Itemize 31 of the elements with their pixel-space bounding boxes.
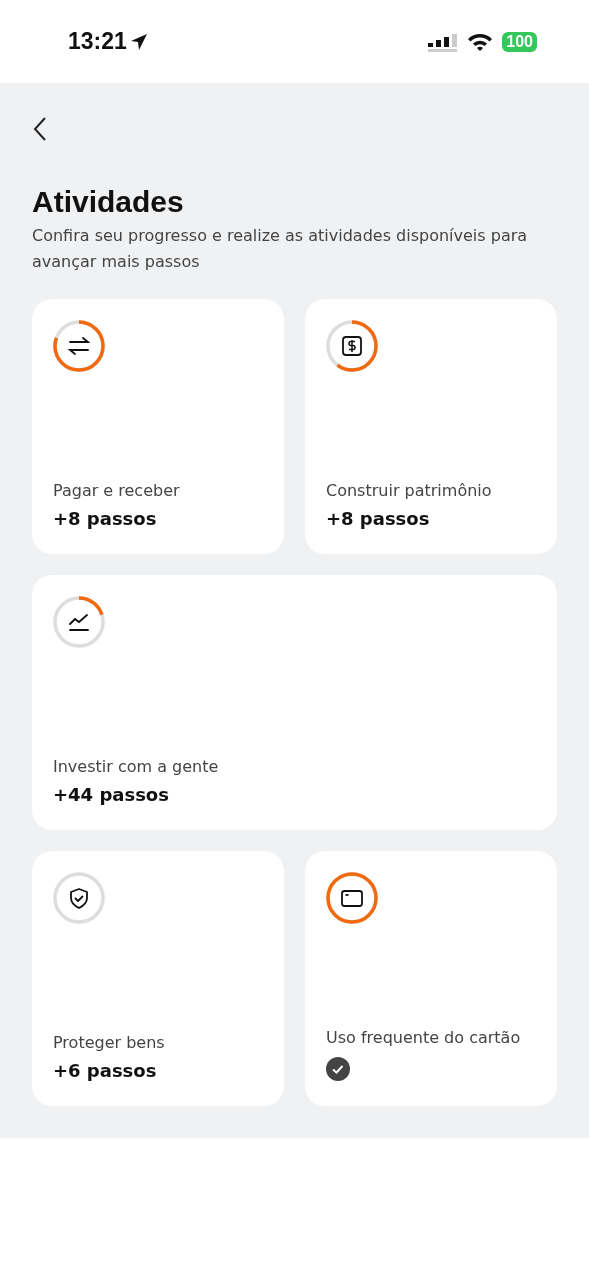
- progress-ring: [53, 872, 105, 924]
- battery-level: 100: [502, 31, 537, 52]
- page-title: Atividades: [32, 185, 185, 219]
- activity-label: Pagar e receber: [53, 481, 180, 500]
- wifi-icon: [467, 31, 494, 52]
- progress-ring: [53, 320, 105, 372]
- location-icon: [129, 32, 148, 51]
- page-subtitle: Confira seu progresso e realize as atividades disponíveis para avançar mais passos: [32, 225, 529, 273]
- activity-card[interactable]: Construir patrimônio +8 passos: [305, 299, 557, 554]
- activity-label: Investir com a gente: [53, 757, 219, 776]
- activity-reward: +6 passos: [53, 1060, 157, 1081]
- activity-reward: +44 passos: [53, 784, 169, 805]
- chart-icon: [69, 614, 89, 631]
- progress-ring: [326, 320, 378, 372]
- progress-ring: [53, 596, 105, 648]
- shield-icon: [70, 888, 88, 909]
- transfer-icon: [67, 337, 91, 355]
- money-icon: [342, 336, 362, 356]
- activity-reward: +8 passos: [53, 508, 157, 529]
- signal-icon: [428, 31, 459, 52]
- activity-card[interactable]: Investir com a gente +44 passos: [32, 575, 557, 830]
- progress-ring: [326, 872, 378, 924]
- activity-card[interactable]: Uso frequente do cartão: [305, 851, 557, 1106]
- activity-card[interactable]: Proteger bens +6 passos: [32, 851, 284, 1106]
- activity-card[interactable]: Pagar e receber +8 passos: [32, 299, 284, 554]
- activity-reward: +8 passos: [326, 508, 430, 529]
- activity-label: Construir patrimônio: [326, 481, 492, 500]
- clock: 13:21: [68, 28, 148, 55]
- card-icon: [341, 890, 363, 907]
- activity-label: Uso frequente do cartão: [326, 1028, 521, 1047]
- activity-label: Proteger bens: [53, 1033, 165, 1052]
